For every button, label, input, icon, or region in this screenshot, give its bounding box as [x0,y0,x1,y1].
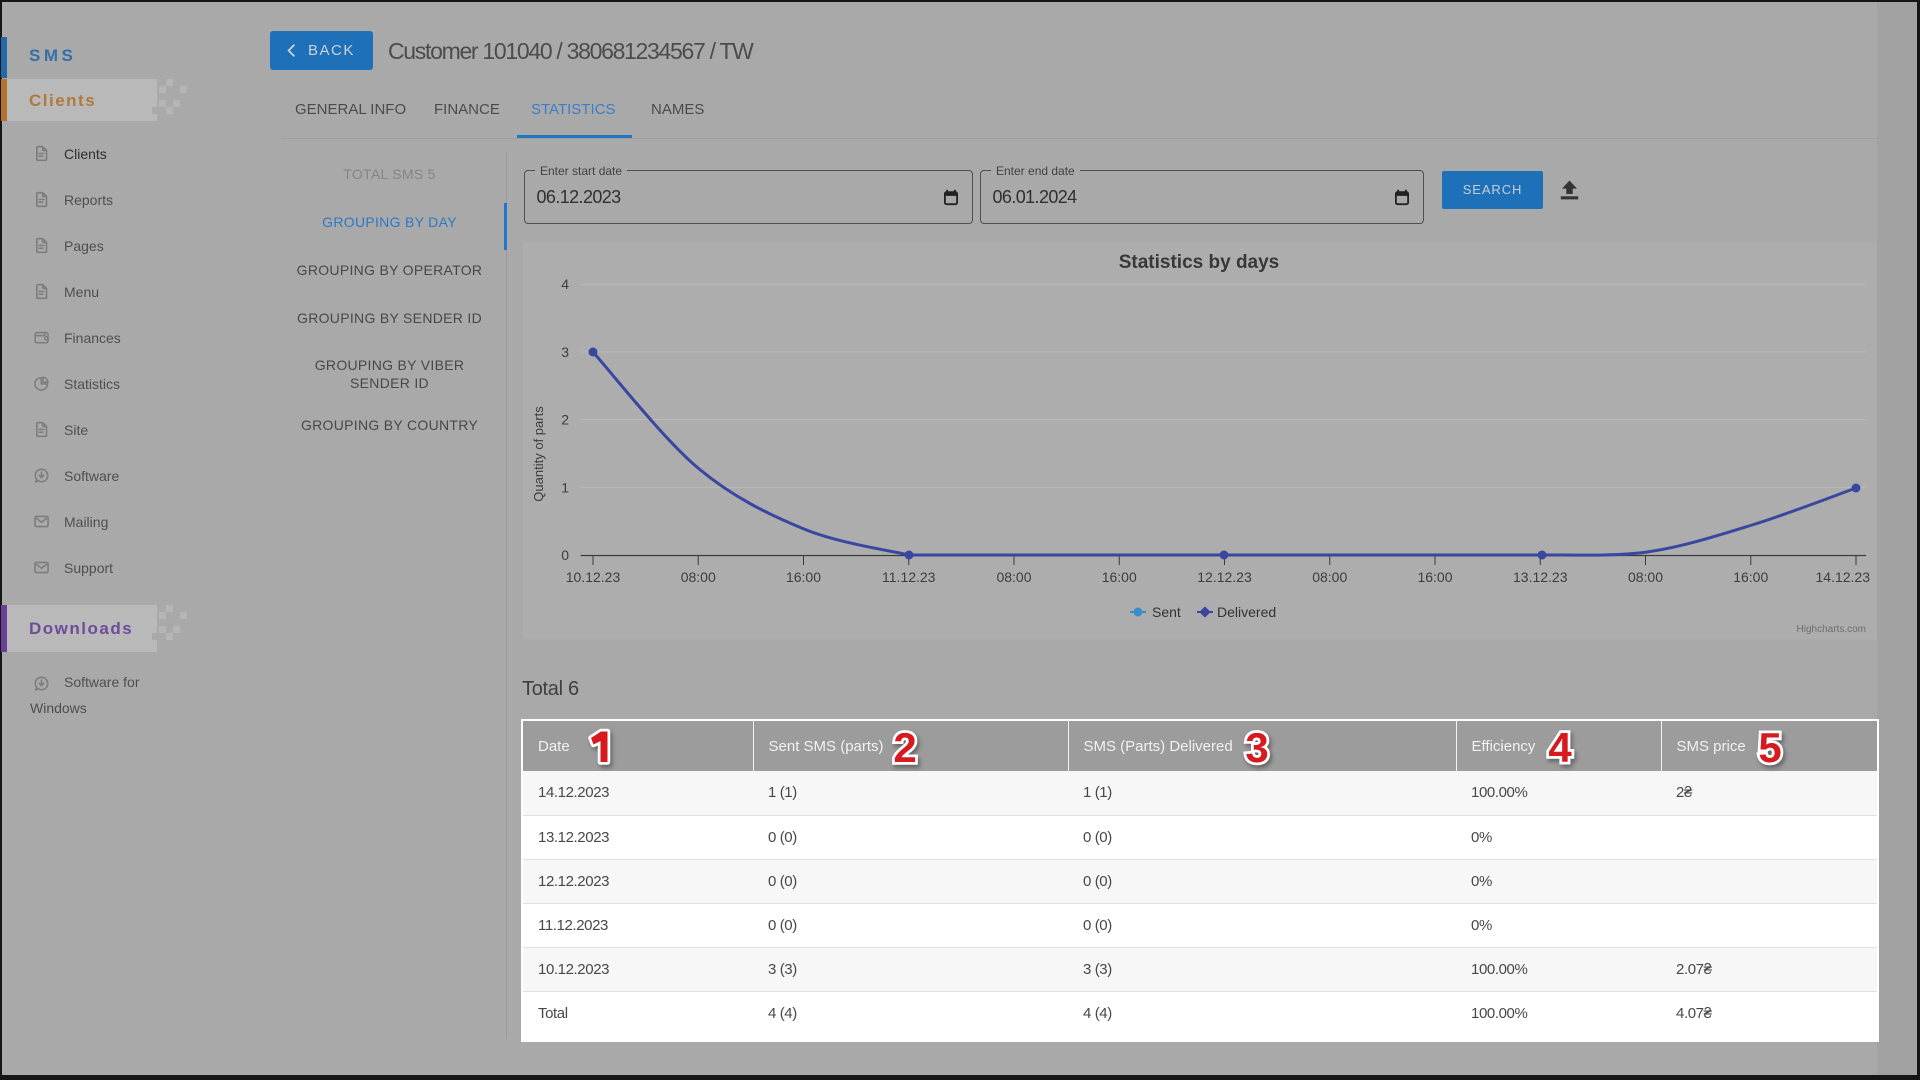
svg-text:4: 4 [561,276,569,292]
svg-text:Statistics by days: Statistics by days [1119,252,1280,273]
svg-text:Quantity of parts: Quantity of parts [531,406,546,502]
svg-text:12.12.23: 12.12.23 [1197,569,1252,585]
svg-text:08:00: 08:00 [1312,569,1347,585]
svg-text:08:00: 08:00 [996,569,1031,585]
svg-text:16:00: 16:00 [1102,569,1137,585]
svg-text:08:00: 08:00 [681,569,716,585]
svg-text:13.12.23: 13.12.23 [1513,569,1568,585]
svg-text:Delivered: Delivered [1217,604,1276,620]
svg-text:Highcharts.com: Highcharts.com [1797,624,1866,635]
svg-text:16:00: 16:00 [1733,569,1768,585]
svg-text:3: 3 [561,344,569,360]
svg-text:16:00: 16:00 [786,569,821,585]
svg-text:0: 0 [561,547,569,563]
svg-text:14.12.23: 14.12.23 [1816,569,1871,585]
svg-text:Sent: Sent [1152,604,1181,620]
svg-text:1: 1 [561,479,569,495]
svg-text:11.12.23: 11.12.23 [882,569,936,585]
svg-text:16:00: 16:00 [1417,569,1452,585]
svg-text:2: 2 [561,412,569,428]
svg-text:08:00: 08:00 [1628,569,1663,585]
svg-text:10.12.23: 10.12.23 [566,569,621,585]
